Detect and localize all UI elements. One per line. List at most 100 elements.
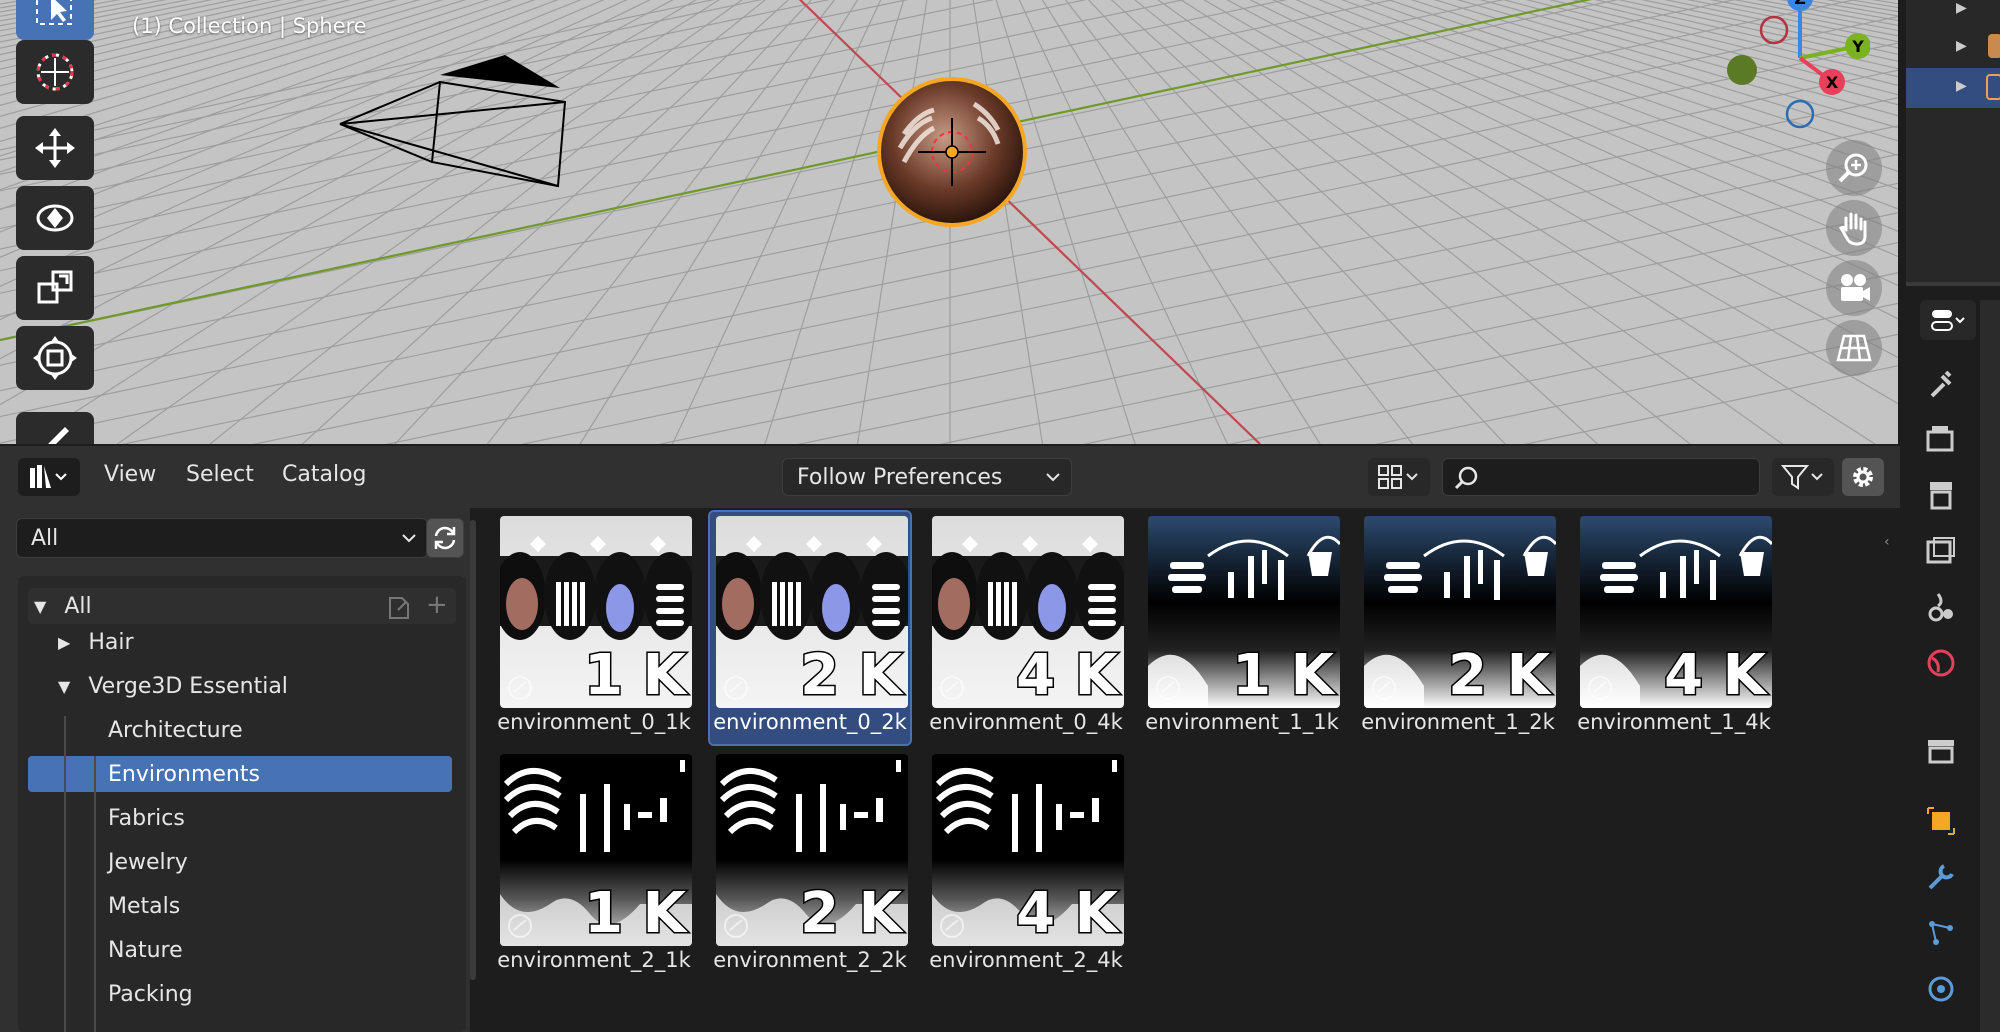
outliner-row[interactable]: ▶ xyxy=(1906,0,2000,28)
catalog-item-environments[interactable]: Environments xyxy=(28,756,452,792)
catalog-item-metals[interactable]: Metals xyxy=(28,888,452,924)
asset-name: environment_0_4k xyxy=(929,710,1123,734)
editor-type-button[interactable] xyxy=(1920,300,1976,340)
asset-card[interactable]: 4 K environment_2_4k xyxy=(926,750,1126,982)
asset-name: environment_1_2k xyxy=(1361,710,1555,734)
expand-arrow-icon[interactable]: ▶ xyxy=(1956,38,1967,54)
scale-tool[interactable] xyxy=(16,256,94,320)
asset-thumbnail[interactable]: 4 K xyxy=(1580,516,1772,708)
asset-card[interactable]: 1 K environment_2_1k xyxy=(494,750,694,982)
expand-triangle-icon[interactable]: ▼ xyxy=(34,597,46,616)
asset-thumbnail[interactable]: 2 K xyxy=(1364,516,1556,708)
asset-card[interactable]: 2 K environment_0_2k xyxy=(708,510,912,746)
asset-thumbnail[interactable]: 2 K xyxy=(716,754,908,946)
zoom-button[interactable] xyxy=(1826,140,1882,196)
filter-button[interactable] xyxy=(1772,458,1834,496)
pan-hand-icon xyxy=(1838,212,1867,246)
view-menu[interactable]: View xyxy=(104,462,156,487)
collapsed-triangle-icon[interactable]: ▶ xyxy=(58,633,70,652)
sphere-object[interactable] xyxy=(874,74,1030,230)
catalog-item-packing[interactable]: Packing xyxy=(28,976,452,1012)
catalog-root-row[interactable]: ▼ All + xyxy=(28,588,456,624)
tool-tab[interactable] xyxy=(1920,362,1962,404)
output-tab[interactable] xyxy=(1920,474,1962,516)
3d-viewport[interactable]: (1) Collection | Sphere Z Y xyxy=(0,0,1898,444)
transform-tool[interactable] xyxy=(16,326,94,390)
import-method-dropdown[interactable]: Follow Preferences xyxy=(782,458,1072,496)
particles-tab[interactable] xyxy=(1920,912,1962,954)
asset-grid: 1 K environment_0_1k 2 K environment_0_2… xyxy=(494,510,1874,1032)
asset-card[interactable]: 1 K environment_1_1k xyxy=(1142,512,1342,744)
expand-arrow-icon[interactable]: ▶ xyxy=(1956,0,1967,16)
scene-tab[interactable] xyxy=(1920,586,1962,628)
catalog-item-jewelry[interactable]: Jewelry xyxy=(28,844,452,880)
settings-button[interactable] xyxy=(1842,458,1884,496)
camera-object[interactable] xyxy=(330,20,590,200)
svg-text:4 K: 4 K xyxy=(1016,643,1120,708)
move-tool[interactable] xyxy=(16,116,94,180)
asset-card[interactable]: 1 K environment_0_1k xyxy=(494,512,694,744)
sidebar-scrollbar[interactable] xyxy=(470,520,476,980)
asset-card[interactable]: 4 K environment_1_4k xyxy=(1574,512,1774,744)
annotate-tool[interactable] xyxy=(16,412,94,444)
perspective-toggle-button[interactable] xyxy=(1826,320,1882,376)
refresh-library-button[interactable] xyxy=(426,518,464,558)
editor-divider[interactable] xyxy=(1906,282,2000,286)
modifier-tab[interactable] xyxy=(1920,856,1962,898)
tool-shelf xyxy=(16,0,96,444)
catalog-item-verge3d-essential[interactable]: ▼ Verge3D Essential xyxy=(58,668,456,704)
asset-card[interactable]: 2 K environment_1_2k xyxy=(1358,512,1558,744)
outliner-row[interactable]: ▶ xyxy=(1906,28,2000,68)
orientation-gizmo[interactable]: Z Y X xyxy=(1720,0,1870,138)
asset-thumbnail[interactable]: 2 K xyxy=(716,516,908,708)
search-icon xyxy=(1454,466,1478,490)
import-method-value: Follow Preferences xyxy=(797,464,1003,490)
pan-button[interactable] xyxy=(1826,200,1882,256)
render-icon xyxy=(1926,426,1954,452)
view-layer-tab[interactable] xyxy=(1920,530,1962,572)
select-menu[interactable]: Select xyxy=(186,462,254,487)
asset-card[interactable]: 4 K environment_0_4k xyxy=(926,512,1126,744)
asset-thumbnail[interactable]: 4 K xyxy=(932,516,1124,708)
asset-thumbnail[interactable]: 4 K xyxy=(932,754,1124,946)
outliner-panel[interactable]: ▶ ▶ ▶ xyxy=(1906,0,2000,282)
catalog-item-architecture[interactable]: Architecture xyxy=(28,712,452,748)
add-catalog-icon[interactable]: + xyxy=(426,590,448,620)
render-tab[interactable] xyxy=(1920,418,1962,460)
collection-tab[interactable] xyxy=(1920,730,1962,772)
filter-icon xyxy=(1780,465,1823,490)
physics-tab[interactable] xyxy=(1920,968,1962,1010)
editor-type-button[interactable] xyxy=(18,458,80,496)
select-box-tool[interactable] xyxy=(16,0,94,40)
catalog-menu[interactable]: Catalog xyxy=(282,462,367,487)
rotate-tool[interactable] xyxy=(16,186,94,250)
asset-card[interactable]: 2 K environment_2_2k xyxy=(710,750,910,982)
asset-thumbnail[interactable]: 1 K xyxy=(500,516,692,708)
expanded-triangle-icon[interactable]: ▼ xyxy=(58,677,70,696)
catalog-item-hair[interactable]: ▶ Hair xyxy=(58,624,456,660)
cursor-tool[interactable] xyxy=(16,40,94,104)
scale-icon xyxy=(37,270,73,304)
camera-view-button[interactable] xyxy=(1826,260,1882,316)
asset-thumbnail[interactable]: 1 K xyxy=(1148,516,1340,708)
object-tab[interactable] xyxy=(1920,800,1962,842)
svg-text:4 K: 4 K xyxy=(1664,643,1768,708)
catalog-item-label: Jewelry xyxy=(108,849,188,875)
catalog-item-nature[interactable]: Nature xyxy=(28,932,452,968)
asset-thumbnail[interactable]: 1 K xyxy=(500,754,692,946)
scene-icon xyxy=(1928,593,1953,622)
camera-view-icon xyxy=(1841,274,1870,301)
chevron-down-icon xyxy=(1046,473,1060,482)
rotate-icon xyxy=(36,204,74,232)
catalog-item-label: Fabrics xyxy=(108,805,185,831)
new-catalog-icon[interactable] xyxy=(386,594,416,620)
display-mode-button[interactable] xyxy=(1368,458,1430,496)
world-tab[interactable] xyxy=(1920,642,1962,684)
asset-library-dropdown[interactable]: All xyxy=(16,518,428,558)
collapse-arrow-icon[interactable]: ‹ xyxy=(1884,534,1892,550)
expand-arrow-icon[interactable]: ▶ xyxy=(1956,78,1967,94)
search-input[interactable] xyxy=(1442,458,1760,496)
outliner-row-selected[interactable]: ▶ xyxy=(1906,68,2000,108)
catalog-item-fabrics[interactable]: Fabrics xyxy=(28,800,452,836)
asset-library-value: All xyxy=(31,525,59,551)
